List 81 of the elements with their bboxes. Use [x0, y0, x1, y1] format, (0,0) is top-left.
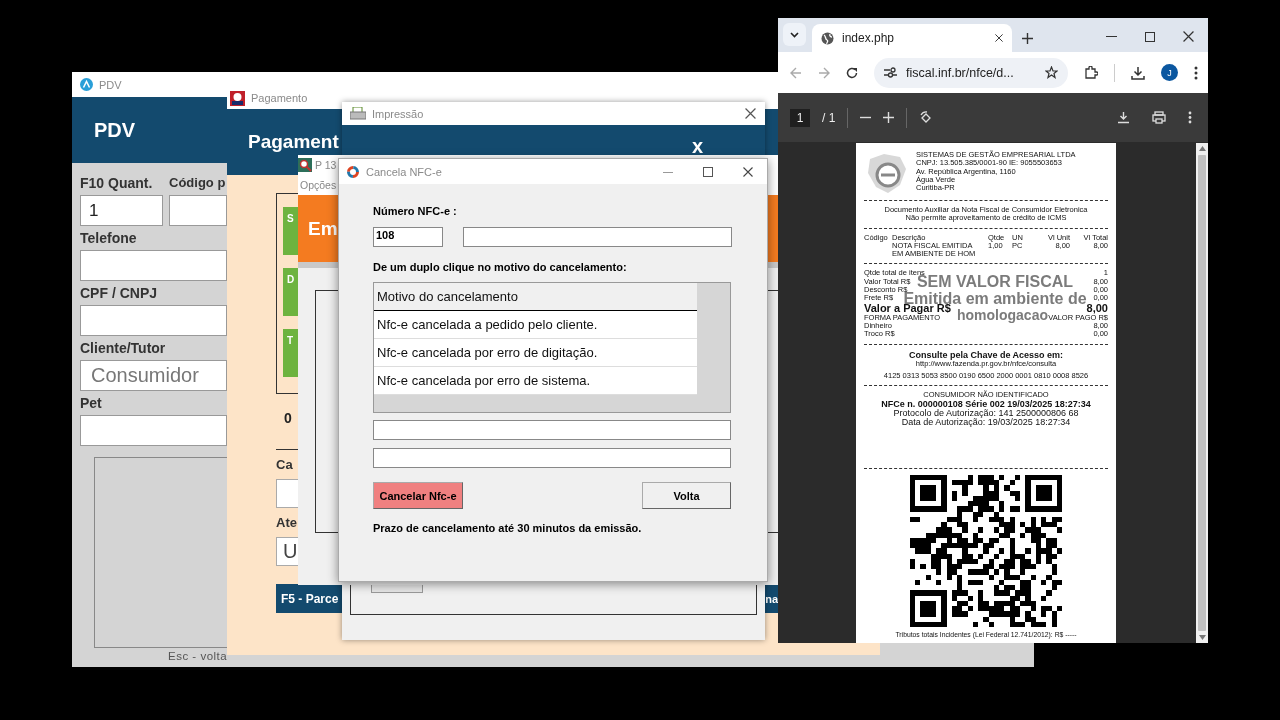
menu-icon[interactable] — [1194, 65, 1198, 80]
field-label: Código p — [169, 174, 227, 192]
field-label: Pet — [80, 394, 103, 413]
protocol-line: Protocolo de Autorização: 141 2500000806 68 — [892, 409, 1080, 419]
printer-icon — [350, 106, 366, 121]
list-row[interactable]: Nfc-e cancelada por erro de digitação. — [374, 339, 697, 367]
function-key-button[interactable]: na — [765, 584, 778, 613]
window-title: Pagamento — [251, 92, 308, 104]
input-field[interactable] — [463, 227, 732, 247]
input-field[interactable] — [373, 448, 731, 468]
list-row[interactable]: Nfc-e cancelada a pedido pelo cliente. — [374, 311, 697, 339]
ring-icon — [347, 165, 359, 178]
footer-hint: Esc - volta — [168, 650, 229, 662]
close-icon[interactable] — [743, 166, 753, 177]
profile-avatar[interactable]: J — [1161, 64, 1178, 81]
back-button[interactable]: Volta — [642, 482, 731, 509]
cancel-button[interactable]: Cancelar Nfc-e — [373, 482, 463, 509]
consult-title: Consulte pela Chave de Acesso em: — [907, 349, 1065, 360]
input-field[interactable] — [80, 415, 227, 446]
input-field[interactable] — [169, 195, 227, 226]
download-icon[interactable] — [1131, 65, 1145, 80]
input-field[interactable] — [373, 420, 731, 440]
note-text: Prazo de cancelamento até 30 minutos da emissão. — [373, 521, 643, 535]
field-label: Ca — [276, 456, 293, 474]
list-row[interactable]: Nfc-e cancelada por erro de sistema. — [374, 367, 697, 395]
tab-search-button[interactable] — [783, 23, 806, 46]
watermark-line: SEM VALOR FISCAL — [916, 274, 1074, 291]
maximize-icon[interactable] — [703, 166, 713, 177]
header-title: PDV — [94, 118, 136, 142]
close-text[interactable]: x — [691, 135, 703, 158]
window-title: Impressão — [372, 107, 424, 120]
globe-icon — [821, 31, 834, 45]
puzzle-icon[interactable] — [1084, 65, 1098, 80]
header-title: Em — [308, 217, 338, 240]
count-text: 0 — [284, 410, 293, 426]
scroll-up-icon[interactable] — [1198, 146, 1206, 151]
number-field[interactable]: 108 — [373, 227, 443, 247]
input-field[interactable] — [80, 305, 227, 336]
app-icon — [80, 78, 93, 91]
input-field[interactable]: U — [276, 537, 298, 566]
chevron-icon — [790, 31, 799, 38]
field-label: F10 Quant. — [80, 174, 154, 193]
new-tab-icon[interactable] — [1022, 33, 1033, 44]
function-key-button[interactable]: F5 - Parce — [276, 584, 342, 613]
star-icon[interactable] — [1045, 66, 1058, 79]
watermark-line: homologacao — [957, 307, 1048, 324]
authorization-date: Data de Autorização: 19/03/2025 18:27:34 — [900, 418, 1072, 428]
nfce-number-line: NFCe n. 000000108 Série 002 19/03/2025 18:27:34 — [880, 399, 1092, 410]
instruction-text: De um duplo clique no motivo do cancelamento: — [373, 260, 628, 274]
print-icon[interactable] — [1152, 111, 1166, 124]
input-field[interactable]: Consumidor — [80, 360, 227, 391]
maximize-icon[interactable] — [1145, 31, 1155, 42]
field-label: Número NFC-e : — [373, 204, 458, 218]
close-icon[interactable] — [1183, 31, 1194, 42]
scroll-down-icon[interactable] — [1198, 635, 1206, 640]
page-number-field[interactable]: 1 — [790, 108, 810, 127]
field-label: Ate — [276, 514, 297, 532]
close-icon[interactable] — [745, 108, 756, 119]
field-label: CPF / CNPJ — [80, 284, 158, 303]
field-label: Cliente/Tutor — [80, 339, 167, 358]
zoom-in-icon[interactable] — [883, 112, 895, 123]
more-icon[interactable] — [1188, 111, 1192, 124]
window-title: P 13 — [315, 159, 337, 171]
browser-tab[interactable]: index.php — [812, 24, 1012, 52]
reload-icon[interactable] — [846, 66, 858, 79]
window-title: PDV — [99, 78, 122, 91]
total-value: 8,00 — [1086, 302, 1108, 314]
tune-icon[interactable] — [884, 67, 897, 78]
input-field[interactable]: 1 — [80, 195, 163, 226]
input-field[interactable] — [80, 250, 227, 281]
page-total: / 1 — [822, 110, 836, 125]
address-bar[interactable]: fiscal.inf.br/nfce/d... — [874, 57, 1068, 88]
close-icon[interactable] — [995, 34, 1003, 42]
header-title: Pagament — [248, 131, 339, 153]
app-icon — [230, 90, 245, 106]
menu-item[interactable]: Opções — [300, 179, 337, 191]
field-label: Telefone — [80, 229, 138, 248]
column-header: Motivo do cancelamento — [374, 283, 697, 311]
window-title: Cancela NFC-e — [366, 165, 442, 178]
input-field[interactable] — [276, 479, 298, 508]
scrollbar[interactable] — [1196, 143, 1208, 643]
